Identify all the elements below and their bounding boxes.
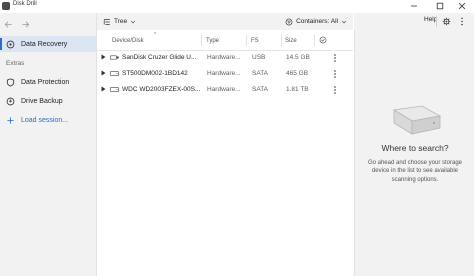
expand-arrow-icon[interactable]: [101, 54, 106, 60]
maximize-icon: [436, 2, 444, 10]
hard-drive-illustration-icon: [392, 105, 442, 135]
info-panel-title: Where to search?: [381, 143, 449, 153]
filter-icon: [285, 18, 293, 25]
containers-filter-label: Containers: All: [296, 18, 338, 25]
data-recovery-icon: [6, 40, 15, 48]
sidebar-item-drive-backup[interactable]: Drive Backup: [0, 93, 96, 109]
hard-drive-icon: [110, 87, 119, 92]
device-type: Hardware...: [207, 86, 241, 93]
close-button[interactable]: [452, 0, 472, 12]
sidebar-item-data-protection[interactable]: Data Protection: [0, 74, 96, 90]
device-type: Hardware...: [207, 70, 241, 77]
window-title: Disk Drill: [13, 1, 37, 7]
column-separator: [246, 35, 247, 46]
sidebar-item-label: Drive Backup: [21, 97, 63, 105]
close-icon: [458, 2, 466, 10]
device-size: 1.81 TB: [286, 86, 309, 93]
device-name: SanDisk Cruzer Glide U...: [122, 54, 197, 61]
view-mode-label: Tree: [114, 18, 128, 25]
containers-filter-dropdown[interactable]: Containers: All: [285, 16, 347, 27]
shield-icon: [6, 77, 15, 87]
tree-view-icon: [103, 18, 110, 25]
main-toolbar: Tree Containers: All: [97, 13, 353, 30]
forward-arrow-icon[interactable]: [21, 20, 30, 29]
row-menu-icon[interactable]: [333, 53, 337, 63]
sidebar-item-data-recovery[interactable]: Data Recovery: [0, 36, 96, 52]
device-size: 465 GB: [286, 70, 309, 77]
gear-icon[interactable]: [442, 17, 451, 26]
sort-indicator-icon: ^: [154, 32, 157, 38]
device-fs: USB: [252, 54, 266, 61]
device-size: 14.5 GB: [286, 54, 310, 61]
device-name: WDC WD2003FZEX-00S...: [122, 86, 201, 93]
column-header-device[interactable]: Device/Disk: [112, 38, 144, 44]
chevron-down-icon: [341, 20, 347, 23]
load-session-label: Load session...: [21, 116, 69, 124]
expand-arrow-icon[interactable]: [101, 86, 106, 92]
navigation-buttons: [4, 17, 30, 31]
row-menu-icon[interactable]: [333, 69, 337, 79]
device-fs: SATA: [252, 86, 269, 93]
minimize-icon: [411, 5, 417, 7]
right-toolbar: Help: [354, 13, 474, 30]
sidebar-item-label: Data Recovery: [21, 40, 68, 48]
column-separator: [314, 35, 315, 46]
device-table: ^ Device/Disk Type FS Size SanDisk Cruze…: [97, 30, 353, 276]
info-panel: Where to search? Go ahead and choose you…: [354, 30, 474, 276]
column-header-type[interactable]: Type: [206, 38, 219, 44]
column-separator: [201, 35, 202, 46]
table-row[interactable]: WDC WD2003FZEX-00S... Hardware... SATA 1…: [97, 82, 353, 98]
device-type: Hardware...: [207, 54, 241, 61]
title-bar: Disk Drill: [0, 0, 474, 13]
minimize-button[interactable]: [404, 0, 424, 12]
column-header-size[interactable]: Size: [285, 38, 297, 44]
device-fs: SATA: [252, 70, 269, 77]
maximize-button[interactable]: [430, 0, 450, 12]
table-row[interactable]: SanDisk Cruzer Glide U... Hardware... US…: [97, 50, 353, 66]
usb-drive-icon: [110, 55, 119, 60]
column-separator: [281, 35, 282, 46]
chevron-down-icon: [131, 20, 136, 23]
hard-drive-icon: [110, 71, 119, 76]
sidebar: Data Recovery Extras Data Protection Dri…: [0, 13, 97, 276]
protection-status-icon: [319, 36, 327, 44]
view-mode-dropdown[interactable]: Tree: [103, 16, 136, 27]
info-panel-description: Go ahead and choose your storage device …: [367, 160, 463, 183]
table-row[interactable]: ST500DM002-1BD142 Hardware... SATA 465 G…: [97, 66, 353, 82]
toolbar-divider: [436, 16, 437, 27]
plus-icon: [7, 116, 14, 124]
table-header: ^ Device/Disk Type FS Size: [97, 30, 353, 51]
back-arrow-icon[interactable]: [4, 20, 13, 29]
load-session-link[interactable]: Load session...: [0, 112, 96, 128]
drive-backup-icon: [6, 97, 15, 105]
sidebar-item-label: Data Protection: [21, 78, 70, 86]
row-menu-icon[interactable]: [333, 85, 337, 95]
app-icon: [2, 2, 10, 10]
column-header-fs[interactable]: FS: [251, 38, 259, 44]
expand-arrow-icon[interactable]: [101, 70, 106, 76]
device-name: ST500DM002-1BD142: [122, 70, 188, 77]
extras-section-label: Extras: [6, 60, 25, 67]
more-options-icon[interactable]: [460, 17, 464, 26]
